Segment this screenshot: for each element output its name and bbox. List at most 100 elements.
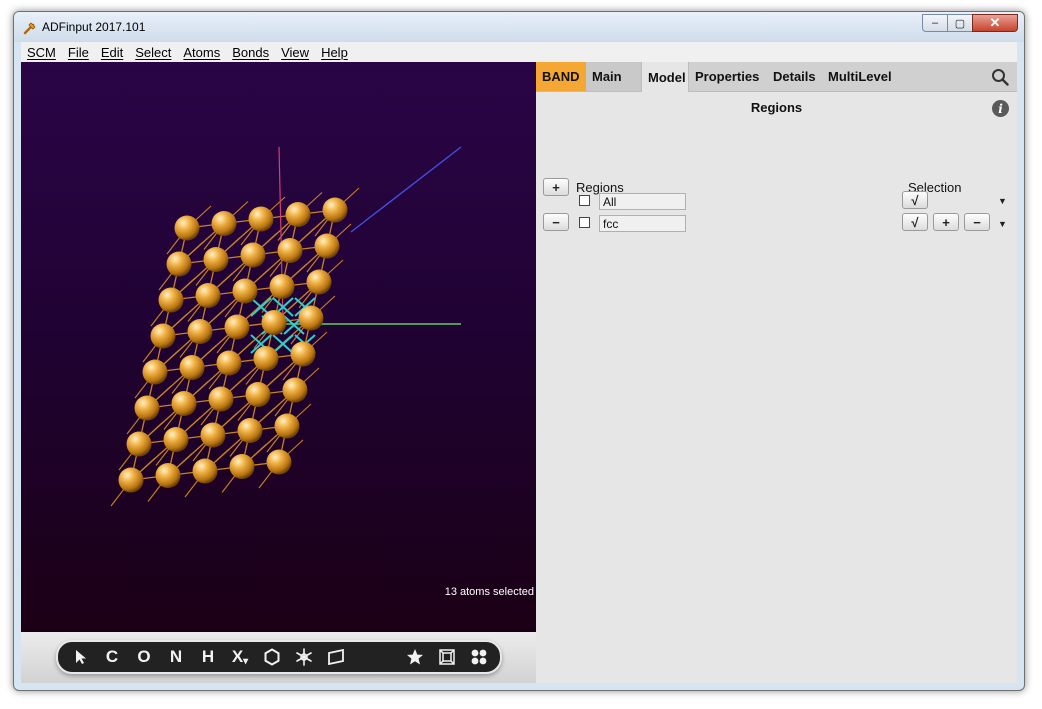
atom [322,197,348,223]
tab-model[interactable]: Model [641,62,689,92]
toolbar-strip: C O N H X ▾ [21,632,536,683]
client-area: SCM File Edit Select Atoms Bonds View He… [21,42,1017,683]
title-bar[interactable]: ADFinput 2017.101 – ▢ ✕ [14,12,1024,42]
atom [269,274,295,299]
nitrogen-tool[interactable]: N [163,644,189,670]
atom [142,359,168,385]
atom [195,283,221,308]
atom [200,422,226,448]
plane-icon[interactable] [323,644,349,670]
atom [118,467,144,493]
snowflake-icon[interactable] [291,644,317,670]
atom [253,346,279,371]
menu-help[interactable]: Help [315,45,354,60]
atom [126,431,152,457]
menu-scm[interactable]: SCM [21,45,62,60]
molecule-viewer[interactable]: 13 atoms selected C O N H X ▾ [21,62,536,683]
region-fcc-menu-icon[interactable]: ▼ [998,219,1007,229]
tab-band[interactable]: BAND [536,62,586,91]
atom [208,386,234,412]
window-controls: – ▢ ✕ [922,14,1018,32]
tab-properties[interactable]: Properties [689,62,765,91]
atom [166,251,192,277]
atom [314,233,340,259]
menu-bar: SCM File Edit Select Atoms Bonds View He… [21,42,1017,62]
app-icon [23,22,36,35]
search-icon[interactable] [991,68,1009,86]
crystal-structure[interactable] [21,62,536,632]
menu-atoms[interactable]: Atoms [177,45,226,60]
add-region-button[interactable]: + [543,178,569,196]
atom [187,319,213,344]
z-axis-line [350,146,462,233]
page-title: Regions [750,100,803,115]
region-fcc-checkbox[interactable] [579,217,590,228]
atom [224,314,250,340]
atom [285,202,311,227]
menu-view[interactable]: View [275,45,315,60]
atom [158,287,184,313]
atom [155,463,181,488]
atom [171,391,197,416]
atom [290,341,316,367]
minimize-button[interactable]: – [922,14,948,32]
close-button[interactable]: ✕ [972,14,1018,32]
atom [282,377,308,403]
chevron-down-icon: ▾ [243,655,249,667]
atom [163,427,189,452]
remove-region-button[interactable]: − [543,213,569,231]
window-title: ADFinput 2017.101 [42,20,146,34]
atom [229,454,255,479]
box-icon[interactable] [434,644,460,670]
atom [150,323,176,349]
menu-bonds[interactable]: Bonds [226,45,275,60]
atom [216,350,242,376]
atom [274,413,300,439]
menu-edit[interactable]: Edit [95,45,129,60]
atom [248,206,274,232]
atom [203,247,229,272]
carbon-tool[interactable]: C [99,644,125,670]
atom [245,382,271,407]
menu-file[interactable]: File [62,45,95,60]
atom [266,449,292,475]
maximize-button[interactable]: ▢ [947,14,973,32]
star-icon[interactable] [402,644,428,670]
remove-from-region-fcc-button[interactable]: − [964,213,990,231]
hydrogen-tool[interactable]: H [195,644,221,670]
atom [298,305,324,331]
region-all-menu-icon[interactable]: ▼ [998,196,1007,206]
app-window: ADFinput 2017.101 – ▢ ✕ SCM File Edit Se… [13,11,1025,691]
atom [211,211,237,236]
atom [174,215,200,241]
oxygen-tool[interactable]: O [131,644,157,670]
selection-status: 13 atoms selected [444,586,534,598]
ring-icon[interactable] [259,644,285,670]
atoms-cluster-icon[interactable] [466,644,492,670]
select-arrow-icon[interactable] [68,644,94,670]
info-icon[interactable]: i [992,100,1009,117]
tab-details[interactable]: Details [767,62,822,91]
atom [237,418,263,443]
region-all-name[interactable]: All [599,193,686,210]
element-x-label: X [231,647,244,666]
tab-main[interactable]: Main [586,62,641,91]
tab-multilevel[interactable]: MultiLevel [822,62,898,91]
editing-toolbar: C O N H X ▾ [56,640,502,674]
atom [232,278,258,304]
menu-select[interactable]: Select [129,45,177,60]
select-region-all-button[interactable]: √ [902,191,928,209]
select-region-fcc-button[interactable]: √ [902,213,928,231]
region-fcc-name[interactable]: fcc [599,215,686,232]
atom [240,242,266,268]
region-all-checkbox[interactable] [579,195,590,206]
input-panel: BAND Main Model Properties Details Multi… [536,62,1017,683]
element-x-tool[interactable]: X ▾ [224,644,256,670]
atom [192,458,218,484]
add-to-region-fcc-button[interactable]: + [933,213,959,231]
atom [277,238,303,263]
tab-bar: BAND Main Model Properties Details Multi… [536,62,1017,92]
atom [179,355,205,380]
atom [306,269,332,295]
atom [261,310,287,335]
